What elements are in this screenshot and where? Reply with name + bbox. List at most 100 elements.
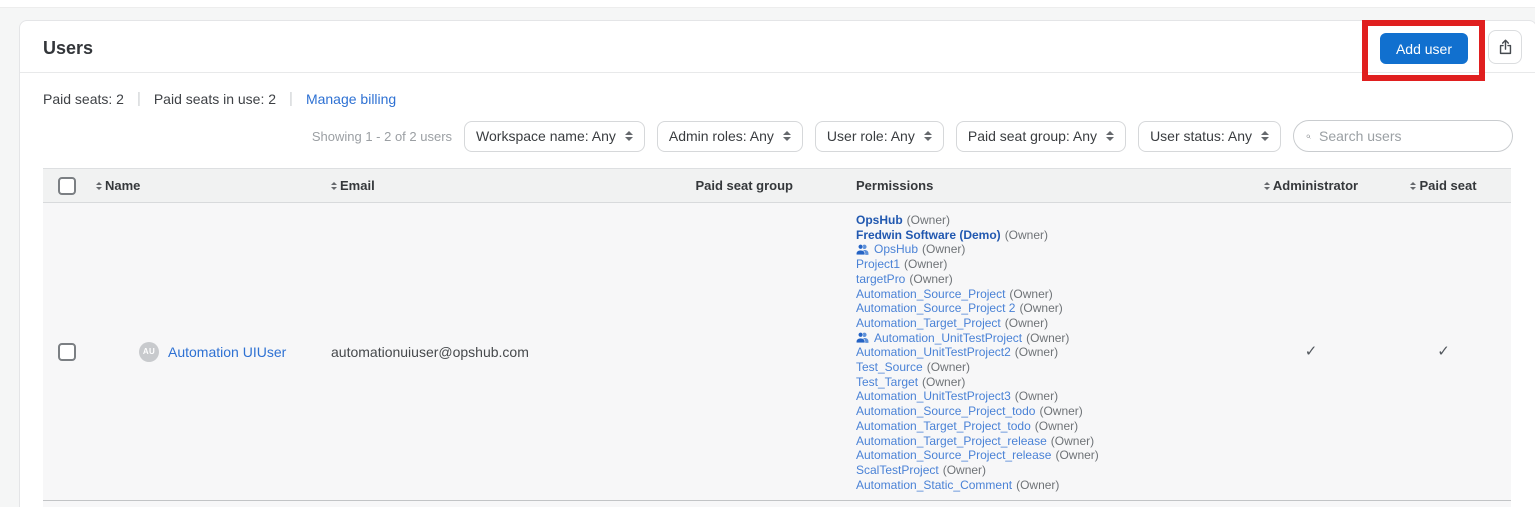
project-link[interactable]: targetPro xyxy=(856,272,905,287)
column-header-paid-seat[interactable]: Paid seat xyxy=(1376,169,1511,202)
sort-arrows-icon xyxy=(1106,131,1114,141)
permission-role: (Owner) xyxy=(1051,434,1094,449)
table-header-row: Name Email Paid seat group Permissions Admin… xyxy=(43,169,1511,203)
permission-item: Automation_UnitTestProject2 (Owner) xyxy=(856,345,1246,360)
administrator-check-icon: ✓ xyxy=(1305,344,1318,359)
sort-arrows-icon xyxy=(1410,182,1416,190)
toolbar: Add user xyxy=(1362,20,1522,81)
workspace-link[interactable]: Fredwin Software (Demo) xyxy=(856,228,1001,243)
column-header-label: Email xyxy=(340,178,375,193)
permission-role: (Owner) xyxy=(1009,287,1052,302)
column-header-label: Administrator xyxy=(1273,178,1358,193)
permission-role: (Owner) xyxy=(1055,448,1098,463)
permission-role: (Owner) xyxy=(904,257,947,272)
workspace-name-filter-dropdown[interactable]: Workspace name: Any xyxy=(464,121,645,152)
permission-role: (Owner) xyxy=(907,213,950,228)
browser-edge-strip xyxy=(0,0,1535,8)
dropdown-label: Workspace name: Any xyxy=(476,128,616,144)
paid-seats-in-use-label: Paid seats in use: 2 xyxy=(154,91,276,107)
manage-billing-link[interactable]: Manage billing xyxy=(306,91,396,107)
permission-item: Automation_Source_Project 2 (Owner) xyxy=(856,301,1246,316)
user-status-filter-dropdown[interactable]: User status: Any xyxy=(1138,121,1281,152)
project-link[interactable]: ScalTestProject xyxy=(856,463,939,478)
project-link[interactable]: Automation_Target_Project_release xyxy=(856,434,1047,449)
dropdown-label: Paid seat group: Any xyxy=(968,128,1097,144)
table-row-partial xyxy=(43,501,1511,507)
permission-role: (Owner) xyxy=(1005,316,1048,331)
project-link[interactable]: Test_Source xyxy=(856,360,923,375)
permission-role: (Owner) xyxy=(1016,478,1059,493)
project-link[interactable]: Automation_UnitTestProject3 xyxy=(856,389,1011,404)
project-link[interactable]: Automation_Source_Project_todo xyxy=(856,404,1035,419)
project-link[interactable]: Automation_Source_Project_release xyxy=(856,448,1051,463)
permission-item: Automation_Static_Comment (Owner) xyxy=(856,478,1246,493)
paid-seat-check-icon: ✓ xyxy=(1437,344,1450,359)
add-user-button[interactable]: Add user xyxy=(1380,33,1468,64)
team-link[interactable]: Automation_UnitTestProject xyxy=(874,331,1022,346)
sort-arrows-icon xyxy=(331,182,337,190)
separator: | xyxy=(289,90,293,107)
dropdown-label: Admin roles: Any xyxy=(669,128,774,144)
column-header-paid-seat-group: Paid seat group xyxy=(566,169,796,202)
permission-item: Automation_Source_Project (Owner) xyxy=(856,287,1246,302)
column-header-label: Permissions xyxy=(856,178,933,193)
project-link[interactable]: Automation_Static_Comment xyxy=(856,478,1012,493)
permission-item: Test_Source (Owner) xyxy=(856,360,1246,375)
users-panel: Users Add user Paid seats: 2 | Paid seat… xyxy=(19,20,1535,507)
workspace-link[interactable]: OpsHub xyxy=(856,213,903,228)
project-link[interactable]: Automation_UnitTestProject2 xyxy=(856,345,1011,360)
dropdown-label: User status: Any xyxy=(1150,128,1252,144)
permission-item: Automation_UnitTestProject3(Owner) xyxy=(856,389,1246,404)
showing-count: Showing 1 - 2 of 2 users xyxy=(312,129,452,144)
admin-roles-filter-dropdown[interactable]: Admin roles: Any xyxy=(657,121,803,152)
permission-role: (Owner) xyxy=(922,242,965,257)
header-divider xyxy=(20,72,1535,73)
permission-role: (Owner) xyxy=(909,272,952,287)
select-all-checkbox-cell[interactable] xyxy=(43,169,91,202)
column-header-label: Name xyxy=(105,178,140,193)
project-link[interactable]: Automation_Target_Project_todo xyxy=(856,419,1031,434)
project-link[interactable]: Automation_Source_Project xyxy=(856,287,1005,302)
sort-arrows-icon xyxy=(783,131,791,141)
column-header-permissions: Permissions xyxy=(796,169,1246,202)
project-link[interactable]: Automation_Source_Project 2 xyxy=(856,301,1015,316)
page-title: Users xyxy=(43,35,1513,61)
user-role-filter-dropdown[interactable]: User role: Any xyxy=(815,121,944,152)
dropdown-label: User role: Any xyxy=(827,128,915,144)
select-all-checkbox[interactable] xyxy=(58,177,76,195)
project-link[interactable]: Test_Target xyxy=(856,375,918,390)
permission-item: Automation_Target_Project_todo(Owner) xyxy=(856,419,1246,434)
table-row: AU Automation UIUser automationuiuser@op… xyxy=(43,203,1511,500)
paid-seats-label: Paid seats: 2 xyxy=(43,91,124,107)
permission-role: (Owner) xyxy=(1026,331,1069,346)
project-link[interactable]: Automation_Target_Project xyxy=(856,316,1001,331)
permission-item: Automation_Target_Project_release (Owner) xyxy=(856,434,1246,449)
permission-role: (Owner) xyxy=(927,360,970,375)
permission-item: OpsHub (Owner) xyxy=(856,242,1246,257)
team-link[interactable]: OpsHub xyxy=(874,242,918,257)
permission-item: Automation_Target_Project (Owner) xyxy=(856,316,1246,331)
row-checkbox[interactable] xyxy=(58,343,76,361)
column-header-email[interactable]: Email xyxy=(326,169,566,202)
separator: | xyxy=(137,90,141,107)
search-users-box[interactable] xyxy=(1293,120,1513,152)
user-email: automationuiuser@opshub.com xyxy=(326,203,566,500)
search-users-input[interactable] xyxy=(1319,128,1500,144)
user-name-link[interactable]: Automation UIUser xyxy=(168,344,286,360)
paid-seat-group-cell xyxy=(566,203,796,500)
project-link[interactable]: Project1 xyxy=(856,257,900,272)
column-header-administrator[interactable]: Administrator xyxy=(1246,169,1376,202)
permission-role: (Owner) xyxy=(1015,345,1058,360)
permission-role: (Owner) xyxy=(922,375,965,390)
permission-item: Project1 (Owner) xyxy=(856,257,1246,272)
annotation-highlight: Add user xyxy=(1362,20,1485,81)
panel-header: Users Add user xyxy=(20,21,1535,72)
paid-seat-group-filter-dropdown[interactable]: Paid seat group: Any xyxy=(956,121,1126,152)
permission-role: (Owner) xyxy=(1019,301,1062,316)
users-table: Name Email Paid seat group Permissions Admin… xyxy=(43,168,1511,507)
column-header-name[interactable]: Name xyxy=(91,169,326,202)
sort-arrows-icon xyxy=(625,131,633,141)
column-header-label: Paid seat group xyxy=(695,178,793,193)
permissions-cell: OpsHub(Owner)Fredwin Software (Demo)(Own… xyxy=(796,203,1246,500)
export-users-button[interactable] xyxy=(1488,30,1522,64)
